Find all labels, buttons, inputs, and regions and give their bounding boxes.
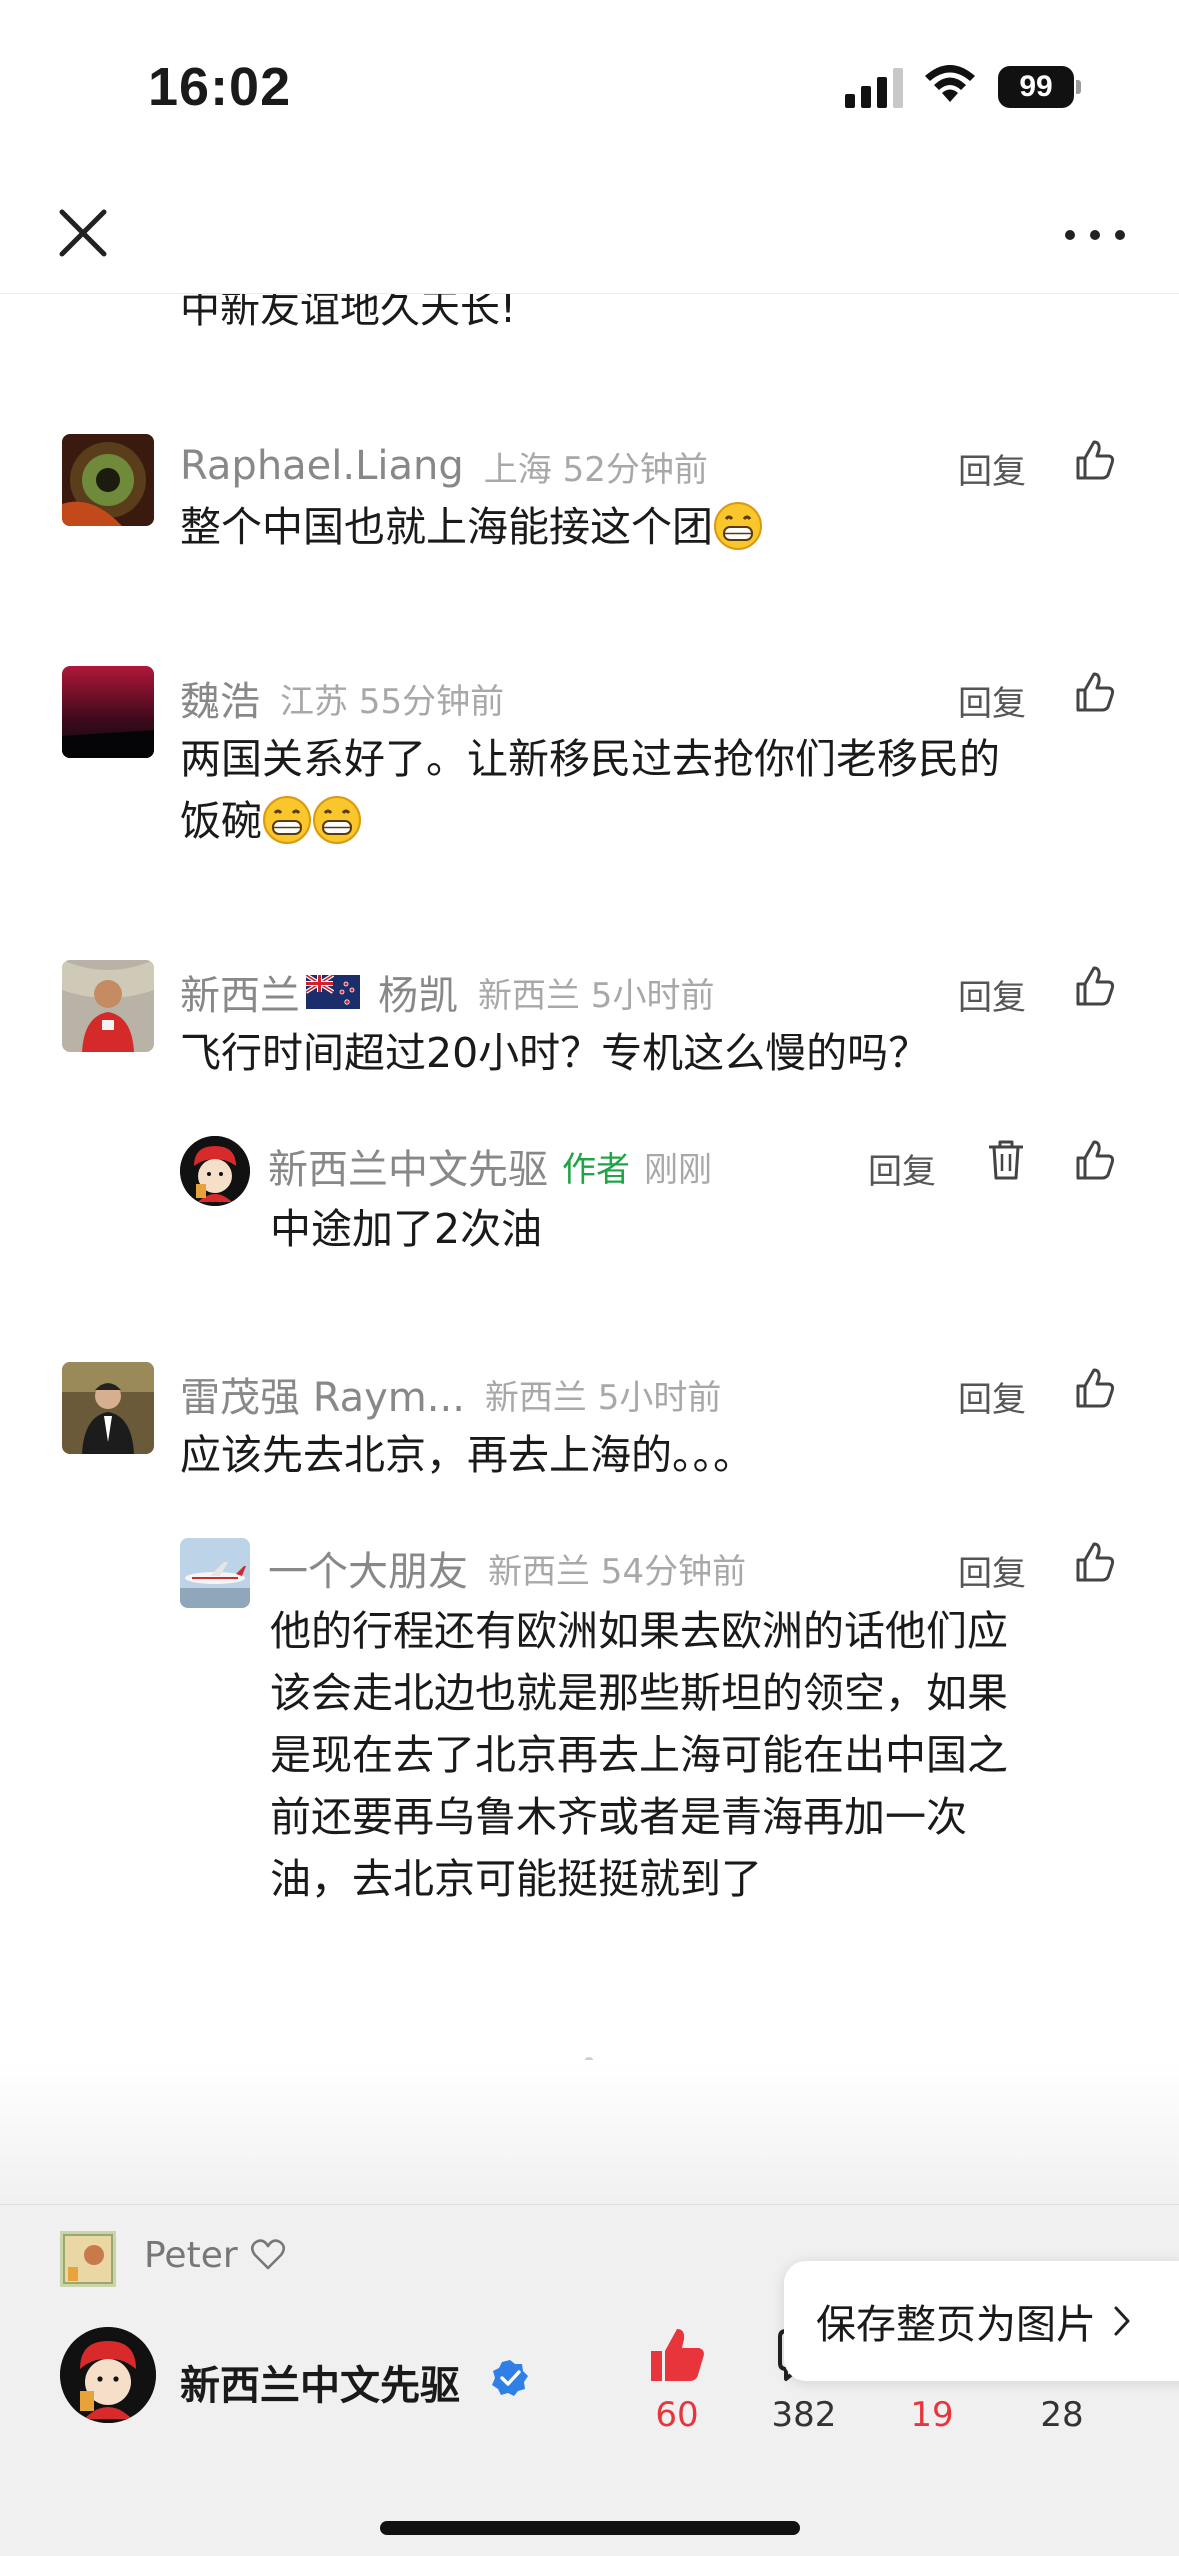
verified-badge-icon bbox=[492, 2360, 528, 2396]
avatar[interactable] bbox=[62, 1362, 154, 1454]
new-zealand-flag-icon bbox=[306, 975, 360, 1009]
commenter-name-part1[interactable]: 新西兰 bbox=[180, 963, 300, 1021]
post-text-tail: 中新友谊地久天长! bbox=[180, 294, 517, 332]
avatar[interactable] bbox=[180, 1136, 250, 1206]
thumbs-up-icon[interactable] bbox=[1072, 438, 1116, 482]
battery-level: 99 bbox=[998, 66, 1074, 108]
comment-count: 382 bbox=[771, 2395, 837, 2435]
avatar[interactable] bbox=[180, 1538, 250, 1608]
reply-author-name[interactable]: 一个大朋友 bbox=[268, 1539, 468, 1597]
comment-meta: 刚刚 bbox=[644, 1149, 712, 1190]
like-count: 60 bbox=[655, 2395, 699, 2435]
thumbs-up-icon[interactable] bbox=[1072, 1540, 1116, 1584]
grinning-emoji-icon bbox=[313, 796, 361, 844]
avatar[interactable] bbox=[62, 434, 154, 526]
thumbs-up-filled-icon[interactable] bbox=[645, 2323, 709, 2387]
thumbs-up-icon[interactable] bbox=[1072, 670, 1116, 714]
liker-avatar[interactable] bbox=[60, 2231, 116, 2287]
reply-button[interactable]: 回复 bbox=[868, 1144, 936, 1193]
thumbs-up-icon[interactable] bbox=[1072, 1138, 1116, 1182]
comment-text: 两国关系好了。让新移民过去抢你们老移民的 饭碗 bbox=[180, 735, 1000, 845]
comment-meta: 新西兰 5小时前 bbox=[478, 975, 715, 1016]
comment-meta: 新西兰 54分钟前 bbox=[488, 1551, 747, 1592]
wifi-icon bbox=[925, 65, 975, 102]
avatar[interactable] bbox=[62, 666, 154, 758]
grinning-emoji-icon bbox=[714, 502, 762, 550]
commenter-name-part2[interactable]: 杨凯 bbox=[378, 963, 458, 1021]
comment-meta: 新西兰 5小时前 bbox=[484, 1377, 722, 1418]
thumbs-up-icon[interactable] bbox=[1072, 964, 1116, 1008]
comment-text: 整个中国也就上海能接这个团 bbox=[180, 496, 763, 558]
comment-meta: 上海 52分钟前 bbox=[483, 449, 708, 490]
home-indicator[interactable] bbox=[380, 2521, 800, 2535]
share-count: 28 bbox=[1040, 2395, 1084, 2435]
save-page-as-image-button[interactable]: 保存整页为图片 bbox=[784, 2261, 1179, 2381]
reply-button[interactable]: 回复 bbox=[958, 970, 1026, 1019]
avatar[interactable] bbox=[62, 960, 154, 1052]
battery-icon: 99 bbox=[998, 66, 1081, 108]
liker-name[interactable]: Peter bbox=[144, 2235, 238, 2276]
comment-text: 应该先去北京，再去上海的。。。 bbox=[180, 1431, 754, 1479]
reply-button[interactable]: 回复 bbox=[958, 1372, 1026, 1421]
comments-list: 中新友谊地久天长! Raphael.Liang 上海 52分钟前 回复 整个中国… bbox=[0, 294, 1179, 2204]
commenter-name[interactable]: Raphael.Liang bbox=[180, 443, 464, 489]
bottom-bar: Peter 新西兰中文先驱 60 382 19 28 保存整页为图片 bbox=[0, 2204, 1179, 2556]
reply-text: 他的行程还有欧洲如果去欧洲的话他们应 该会走北边也就是那些斯坦的领空，如果 是现… bbox=[270, 1607, 1008, 1903]
commenter-name[interactable]: 魏浩 bbox=[180, 669, 260, 727]
close-icon[interactable] bbox=[50, 200, 116, 266]
author-avatar[interactable] bbox=[60, 2327, 156, 2423]
favorite-count: 19 bbox=[910, 2395, 954, 2435]
trash-icon[interactable] bbox=[986, 1138, 1026, 1182]
bottom-fade bbox=[0, 2060, 1179, 2210]
cellular-signal-icon bbox=[845, 68, 903, 108]
status-time: 16:02 bbox=[148, 57, 292, 117]
more-options-icon[interactable] bbox=[1060, 200, 1130, 266]
thumbs-up-icon[interactable] bbox=[1072, 1366, 1116, 1410]
author-name[interactable]: 新西兰中文先驱 bbox=[180, 2353, 460, 2411]
status-bar: 16:02 99 bbox=[0, 0, 1179, 170]
comment-meta: 江苏 55分钟前 bbox=[280, 681, 505, 722]
grinning-emoji-icon bbox=[263, 796, 311, 844]
reply-author-name[interactable]: 新西兰中文先驱 bbox=[268, 1137, 548, 1195]
commenter-name[interactable]: 雷茂强 Raym... bbox=[180, 1365, 465, 1423]
comment-text: 飞行时间超过20小时？专机这么慢的吗？ bbox=[180, 1029, 930, 1077]
heart-icon bbox=[250, 2239, 286, 2270]
reply-text: 中途加了2次油 bbox=[270, 1205, 543, 1253]
nav-bar bbox=[0, 170, 1179, 294]
reply-button[interactable]: 回复 bbox=[958, 1546, 1026, 1595]
reply-button[interactable]: 回复 bbox=[958, 676, 1026, 725]
chevron-right-icon bbox=[1114, 2306, 1130, 2336]
reply-button[interactable]: 回复 bbox=[958, 444, 1026, 493]
save-page-label: 保存整页为图片 bbox=[816, 2302, 1096, 2348]
author-badge: 作者 bbox=[562, 1149, 630, 1190]
